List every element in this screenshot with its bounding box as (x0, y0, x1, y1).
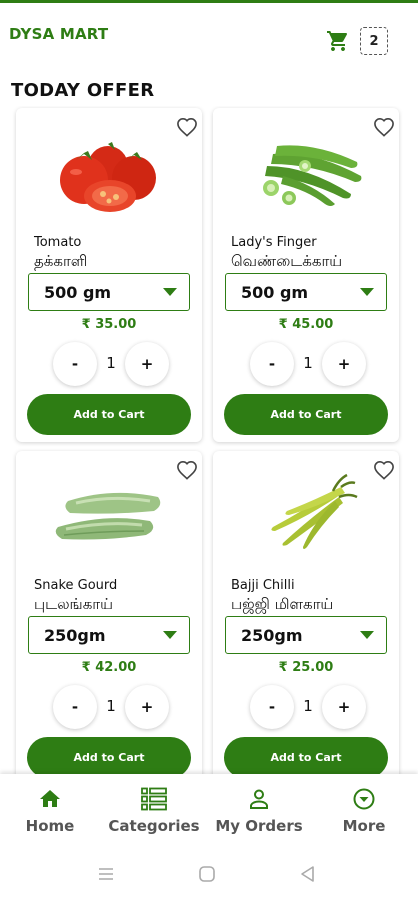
product-name: Bajji Chilli (231, 578, 295, 593)
heart-outline-icon[interactable] (176, 117, 198, 137)
quantity-value: 1 (106, 697, 116, 715)
increment-button[interactable]: + (125, 342, 169, 386)
product-card: Bajji Chilli பஜ்ஜி மிளகாய் 250gm ₹ 25.00… (213, 451, 399, 774)
heart-outline-icon[interactable] (373, 460, 395, 480)
bajji-chilli-image (271, 473, 358, 549)
nav-item-home[interactable]: Home (0, 774, 102, 846)
quantity-value: 1 (303, 354, 313, 372)
product-card: Tomato தக்காளி 500 gm ₹ 35.00 - 1 + Add … (16, 108, 202, 442)
quantity-stepper: - 1 + (250, 342, 368, 388)
nav-item-more[interactable]: More (312, 774, 416, 846)
ladys-finger-image (263, 145, 362, 206)
categories-icon (141, 787, 167, 811)
app-title: DYSA MART (9, 25, 109, 43)
cart-count-badge[interactable]: 2 (360, 27, 388, 55)
increment-button[interactable]: + (322, 342, 366, 386)
quantity-stepper: - 1 + (250, 685, 368, 731)
product-name-tamil: வெண்டைக்காய் (231, 252, 343, 270)
quantity-stepper: - 1 + (53, 685, 171, 731)
heart-outline-icon[interactable] (176, 460, 198, 480)
product-card: Snake Gourd புடலங்காய் 250gm ₹ 42.00 - 1… (16, 451, 202, 774)
cart-icon[interactable] (326, 29, 350, 53)
quantity-select[interactable]: 250gm (225, 616, 387, 654)
heart-outline-icon[interactable] (373, 117, 395, 137)
nav-item-my-orders[interactable]: My Orders (207, 774, 311, 846)
system-navigation-bar (0, 846, 418, 900)
add-to-cart-button[interactable]: Add to Cart (27, 394, 191, 435)
product-name-tamil: பஜ்ஜி மிளகாய் (231, 595, 334, 613)
home-icon (40, 790, 60, 807)
quantity-value: 1 (106, 354, 116, 372)
decrement-button[interactable]: - (53, 342, 97, 386)
decrement-button[interactable]: - (250, 685, 294, 729)
bottom-navigation: Home Categories My Orders More (0, 774, 418, 846)
quantity-select-value: 250gm (241, 626, 303, 645)
add-to-cart-button[interactable]: Add to Cart (27, 737, 191, 774)
product-name: Snake Gourd (34, 578, 118, 593)
product-price: ₹ 35.00 (81, 317, 137, 332)
nav-label: My Orders (215, 817, 303, 835)
app-bar: DYSA MART 2 (0, 3, 418, 65)
quantity-select[interactable]: 500 gm (28, 273, 190, 311)
dropdown-arrow-icon (360, 288, 374, 296)
add-to-cart-button[interactable]: Add to Cart (224, 394, 388, 435)
more-icon (353, 788, 375, 810)
product-price: ₹ 42.00 (81, 660, 137, 675)
person-icon (250, 789, 268, 809)
recents-icon[interactable] (96, 864, 116, 884)
quantity-select-value: 250gm (44, 626, 106, 645)
quantity-stepper: - 1 + (53, 342, 171, 388)
decrement-button[interactable]: - (53, 685, 97, 729)
dropdown-arrow-icon (163, 631, 177, 639)
section-title: TODAY OFFER (11, 80, 155, 101)
add-to-cart-button[interactable]: Add to Cart (224, 737, 388, 774)
product-name: Lady's Finger (231, 235, 317, 250)
tomato-image (60, 142, 156, 212)
decrement-button[interactable]: - (250, 342, 294, 386)
snake-gourd-image (55, 492, 161, 540)
quantity-select[interactable]: 500 gm (225, 273, 387, 311)
nav-item-categories[interactable]: Categories (102, 774, 206, 846)
product-grid: Tomato தக்காளி 500 gm ₹ 35.00 - 1 + Add … (0, 106, 418, 774)
product-name-tamil: புடலங்காய் (34, 595, 113, 613)
product-name: Tomato (34, 235, 82, 250)
quantity-select-value: 500 gm (241, 283, 309, 302)
product-price: ₹ 45.00 (278, 317, 334, 332)
quantity-value: 1 (303, 697, 313, 715)
quantity-select-value: 500 gm (44, 283, 112, 302)
increment-button[interactable]: + (125, 685, 169, 729)
dropdown-arrow-icon (360, 631, 374, 639)
product-price: ₹ 25.00 (278, 660, 334, 675)
increment-button[interactable]: + (322, 685, 366, 729)
nav-label: More (342, 817, 386, 835)
quantity-select[interactable]: 250gm (28, 616, 190, 654)
home-circle-icon[interactable] (197, 864, 217, 884)
product-name-tamil: தக்காளி (34, 252, 88, 270)
nav-label: Categories (108, 817, 200, 835)
back-icon[interactable] (298, 864, 318, 884)
nav-label: Home (25, 817, 75, 835)
product-card: Lady's Finger வெண்டைக்காய் 500 gm ₹ 45.0… (213, 108, 399, 442)
dropdown-arrow-icon (163, 288, 177, 296)
